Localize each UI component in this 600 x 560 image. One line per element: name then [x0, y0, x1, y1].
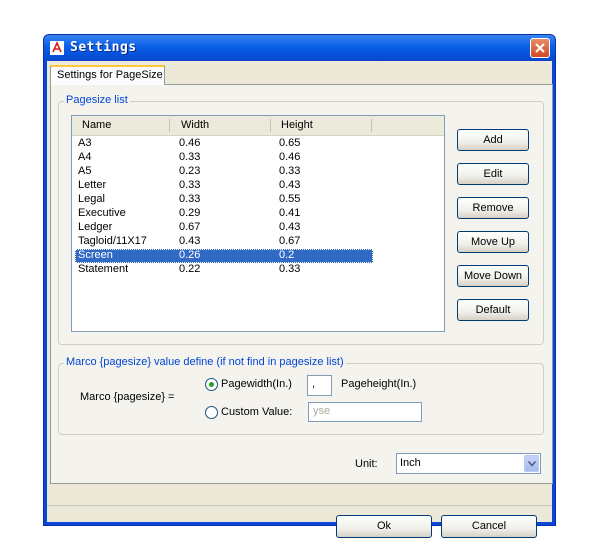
edit-button[interactable]: Edit — [457, 163, 529, 185]
table-row[interactable]: Statement 0.22 0.33 — [75, 263, 373, 277]
remove-button[interactable]: Remove — [457, 197, 529, 219]
custom-value-input[interactable]: yse — [308, 402, 422, 422]
cancel-button[interactable]: Cancel — [441, 515, 537, 538]
pagewidth-option-label[interactable]: Pagewidth(In.) — [221, 378, 292, 390]
cell-width: 0.22 — [179, 263, 201, 275]
settings-window: Settings Settings for PageSize Pagesize … — [43, 34, 556, 538]
column-header-height[interactable]: Height — [281, 119, 313, 131]
default-button[interactable]: Default — [457, 299, 529, 321]
tab-panel: Pagesize list Name Width Height A3 0.46 … — [50, 84, 553, 484]
cell-width: 0.23 — [179, 165, 201, 177]
cell-width: 0.67 — [179, 221, 201, 233]
cell-name: Screen — [78, 249, 113, 261]
cell-name: Statement — [78, 263, 129, 275]
pagesize-list-legend: Pagesize list — [64, 94, 130, 106]
unit-dropdown-button[interactable] — [524, 455, 539, 472]
cell-height: 0.41 — [279, 207, 301, 219]
cell-height: 0.43 — [279, 221, 301, 233]
table-row[interactable]: A3 0.46 0.65 — [75, 137, 373, 151]
table-row[interactable]: Executive 0.29 0.41 — [75, 207, 373, 221]
unit-select[interactable]: Inch — [396, 453, 541, 474]
cell-width: 0.33 — [179, 193, 201, 205]
column-header-width[interactable]: Width — [181, 119, 209, 131]
tab-settings-for-pagesize[interactable]: Settings for PageSize — [50, 65, 165, 85]
marco-define-legend: Marco {pagesize} value define (if not fi… — [64, 356, 346, 368]
close-icon — [535, 43, 545, 53]
table-row-selected[interactable]: Screen 0.26 0.2 — [75, 249, 373, 263]
move-down-button[interactable]: Move Down — [457, 265, 529, 287]
title-bar[interactable]: Settings — [44, 35, 555, 61]
table-row[interactable]: A5 0.23 0.33 — [75, 165, 373, 179]
window-title: Settings — [70, 40, 137, 55]
tab-label: Settings for PageSize — [57, 69, 163, 81]
unit-label: Unit: — [355, 458, 378, 470]
cell-height: 0.55 — [279, 193, 301, 205]
column-divider[interactable] — [371, 119, 372, 132]
list-header: Name Width Height — [72, 116, 444, 136]
cell-width: 0.26 — [179, 249, 201, 261]
cell-width: 0.43 — [179, 235, 201, 247]
footer-divider — [47, 505, 552, 506]
table-row[interactable]: Tagloid/11X17 0.43 0.67 — [75, 235, 373, 249]
table-row[interactable]: Legal 0.33 0.55 — [75, 193, 373, 207]
cell-name: Executive — [78, 207, 126, 219]
move-up-button[interactable]: Move Up — [457, 231, 529, 253]
pagewidth-radio[interactable] — [205, 378, 218, 391]
cell-name: Letter — [78, 179, 107, 191]
custom-value-option-label[interactable]: Custom Value: — [221, 406, 292, 418]
cell-height: 0.46 — [279, 151, 301, 163]
cell-name: A5 — [78, 165, 92, 177]
pagesize-separator-input[interactable]: , — [307, 375, 332, 396]
dialog-client-area: Settings for PageSize Pagesize list Name… — [47, 61, 553, 538]
table-row[interactable]: Letter 0.33 0.43 — [75, 179, 373, 193]
pagesize-list-group: Pagesize list Name Width Height A3 0.46 … — [58, 94, 544, 345]
cell-height: 0.67 — [279, 235, 301, 247]
marco-pagesize-label: Marco {pagesize} = — [80, 391, 175, 403]
cell-name: A3 — [78, 137, 92, 149]
cell-height: 0.2 — [279, 249, 295, 261]
cell-height: 0.33 — [279, 263, 301, 275]
custom-value-radio[interactable] — [205, 406, 218, 419]
table-row[interactable]: Ledger 0.67 0.43 — [75, 221, 373, 235]
cell-name: A4 — [78, 151, 92, 163]
cell-width: 0.46 — [179, 137, 201, 149]
ok-button[interactable]: Ok — [336, 515, 432, 538]
column-header-name[interactable]: Name — [82, 119, 111, 131]
table-row[interactable]: A4 0.33 0.46 — [75, 151, 373, 165]
cell-height: 0.65 — [279, 137, 301, 149]
cell-name: Tagloid/11X17 — [78, 235, 147, 247]
cell-name: Ledger — [78, 221, 113, 233]
unit-select-value: Inch — [400, 457, 421, 469]
pagesize-listview[interactable]: Name Width Height A3 0.46 0.65 A4 0.33 0… — [71, 115, 445, 332]
cell-width: 0.29 — [179, 207, 201, 219]
radio-selected-dot — [209, 382, 214, 387]
cell-height: 0.33 — [279, 165, 301, 177]
marco-define-group: Marco {pagesize} value define (if not fi… — [58, 356, 544, 435]
cell-name: Legal — [78, 193, 105, 205]
add-button[interactable]: Add — [457, 129, 529, 151]
pdf-icon — [50, 41, 64, 55]
chevron-down-icon — [528, 461, 536, 467]
column-divider[interactable] — [270, 119, 271, 132]
cell-width: 0.33 — [179, 151, 201, 163]
column-divider[interactable] — [169, 119, 170, 132]
cell-height: 0.43 — [279, 179, 301, 191]
pageheight-label: Pageheight(In.) — [341, 378, 417, 390]
cell-width: 0.33 — [179, 179, 201, 191]
close-button[interactable] — [530, 38, 550, 58]
